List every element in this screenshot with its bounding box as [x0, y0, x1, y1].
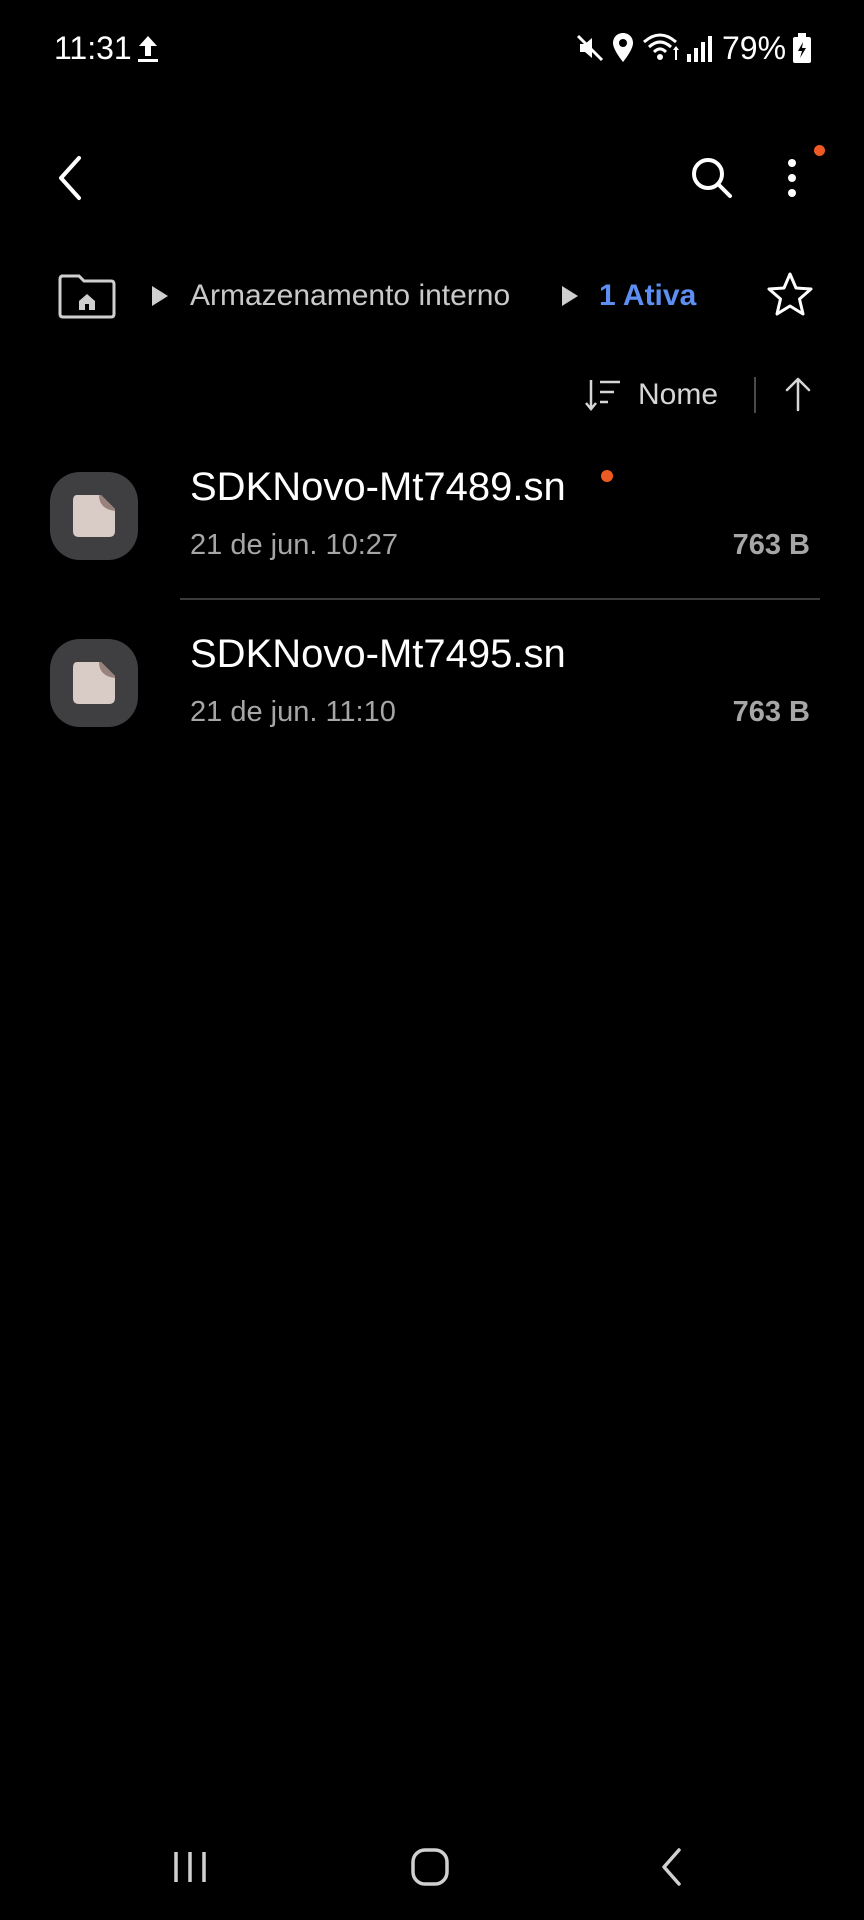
home-folder-icon [57, 270, 117, 320]
file-name: SDKNovo-Mt7495.sn [190, 632, 566, 676]
battery-percent: 79% [722, 30, 787, 66]
arrow-up-icon [783, 376, 813, 412]
sort-button[interactable]: Nome [584, 374, 730, 416]
back-arrow-icon [55, 154, 85, 202]
favorite-button[interactable] [762, 266, 818, 322]
home-folder-button[interactable] [56, 268, 118, 322]
file-thumbnail [50, 639, 138, 727]
back-button[interactable] [44, 148, 96, 208]
upload-icon [136, 34, 160, 64]
file-date: 21 de jun. 10:27 [190, 529, 399, 561]
file-row[interactable]: SDKNovo-Mt7489.sn 21 de jun. 10:27 763 B [0, 440, 864, 590]
sort-label: Nome [638, 378, 719, 411]
breadcrumb-item-internal-storage[interactable]: Armazenamento interno [190, 276, 510, 316]
file-size: 763 B [732, 529, 810, 561]
mute-icon [574, 32, 606, 64]
breadcrumb-item-current[interactable]: 1 Ativa [599, 276, 696, 316]
back-icon [659, 1847, 685, 1887]
file-size: 763 B [732, 696, 810, 728]
status-bar: 11:31 79% [0, 0, 864, 96]
status-time: 11:31 [54, 30, 132, 66]
new-file-dot [601, 470, 613, 482]
home-icon [410, 1847, 450, 1887]
sort-direction-button[interactable] [778, 372, 818, 416]
file-thumbnail [50, 472, 138, 560]
breadcrumb-separator-icon [560, 284, 580, 308]
file-name: SDKNovo-Mt7489.sn [190, 465, 566, 509]
file-date: 21 de jun. 11:10 [190, 696, 396, 728]
location-icon [612, 32, 634, 64]
notification-dot [814, 145, 825, 156]
document-icon [69, 658, 119, 708]
document-icon [69, 491, 119, 541]
search-icon [690, 156, 734, 200]
more-vert-icon [786, 158, 798, 198]
more-options-button[interactable] [772, 152, 812, 204]
signal-icon [686, 34, 716, 62]
list-divider [180, 598, 820, 600]
nav-back-button[interactable] [632, 1842, 712, 1892]
recents-button[interactable] [150, 1842, 230, 1892]
sort-icon [584, 378, 622, 412]
star-icon [766, 271, 814, 317]
file-row[interactable]: SDKNovo-Mt7495.sn 21 de jun. 11:10 763 B [0, 607, 864, 757]
battery-icon [792, 32, 812, 64]
home-button[interactable] [390, 1842, 470, 1892]
search-button[interactable] [684, 150, 740, 206]
recents-icon [170, 1849, 210, 1885]
wifi-icon [642, 32, 682, 64]
sort-divider [754, 377, 756, 413]
breadcrumb-separator-icon [150, 284, 170, 308]
